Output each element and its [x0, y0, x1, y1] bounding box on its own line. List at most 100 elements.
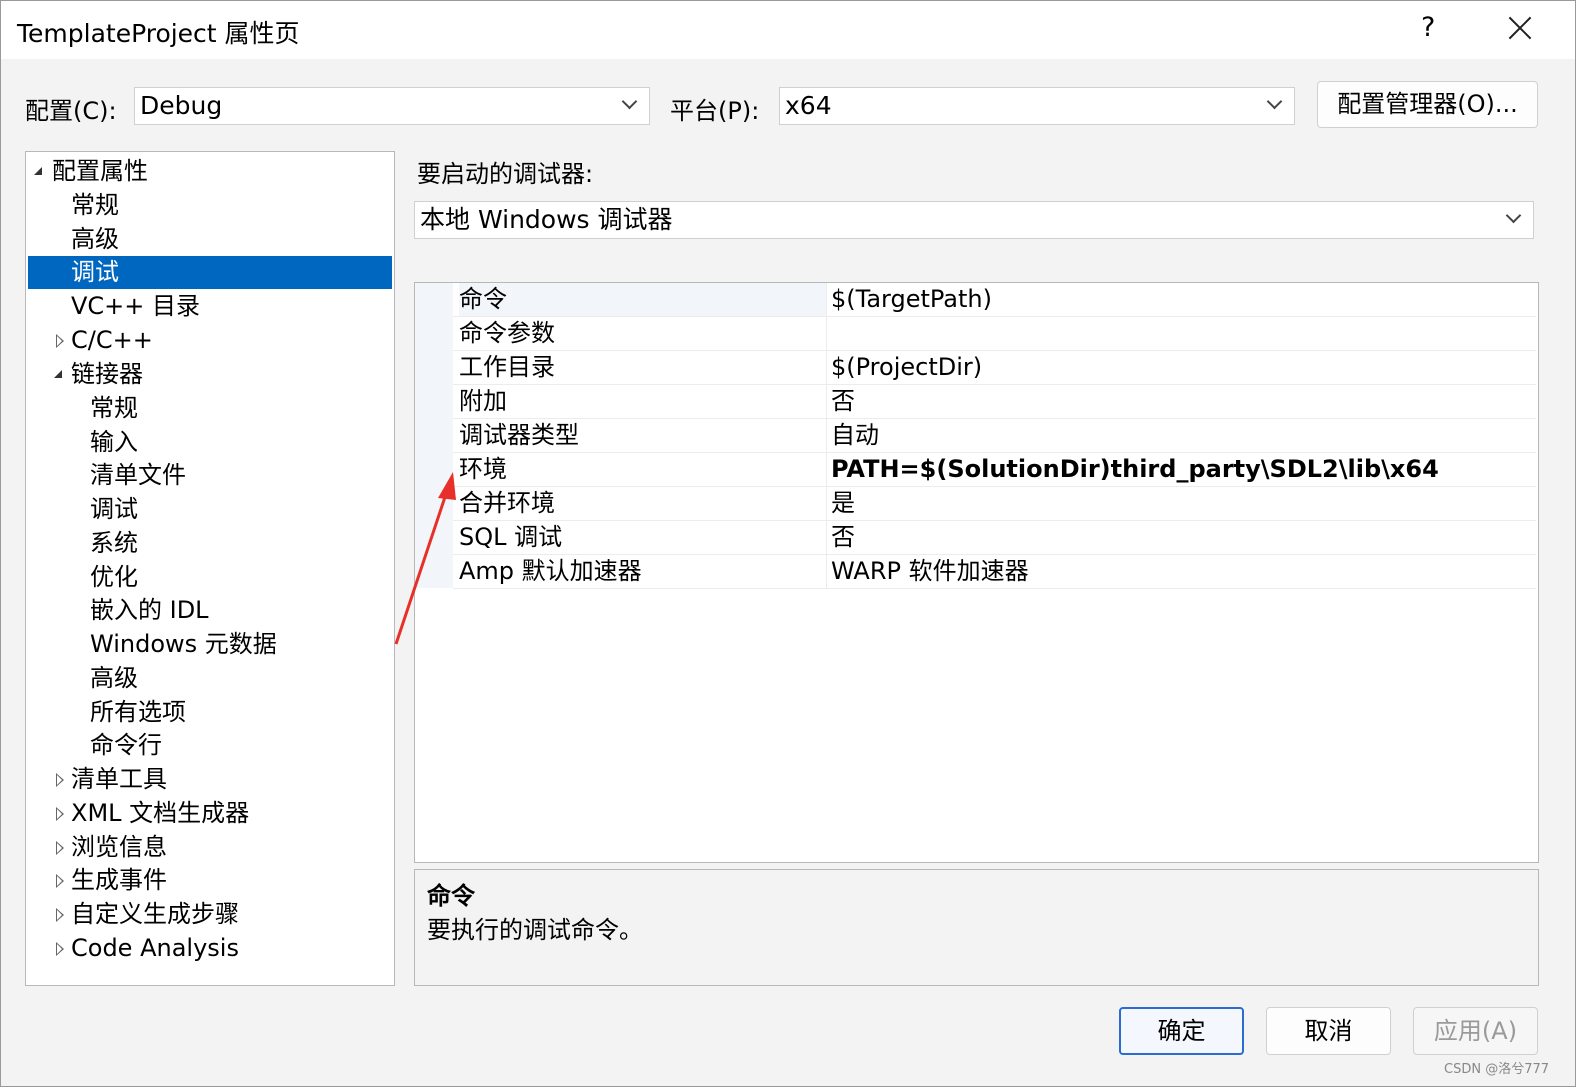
- tree-item-custom-build-step[interactable]: 自定义生成步骤: [28, 898, 392, 931]
- property-value[interactable]: PATH=$(SolutionDir)third_party\SDL2\lib\…: [831, 453, 1536, 486]
- tree-item-label: XML 文档生成器: [71, 799, 250, 827]
- help-icon[interactable]: ?: [1421, 12, 1435, 43]
- tree-item-debugging[interactable]: 调试: [28, 256, 392, 289]
- platform-select-value: x64: [785, 91, 832, 120]
- tree-item-c-cpp[interactable]: C/C++: [28, 324, 392, 357]
- tree-item-label: 高级: [90, 664, 138, 692]
- tree-item-label: 嵌入的 IDL: [90, 596, 209, 624]
- config-select[interactable]: Debug: [134, 87, 650, 125]
- collapsed-triangle-icon[interactable]: [56, 773, 64, 787]
- property-name: 环境: [459, 453, 827, 486]
- property-row-attach[interactable]: 附加 否: [453, 385, 1536, 419]
- tree-item-label: 调试: [71, 258, 119, 286]
- expanded-triangle-icon[interactable]: [54, 370, 62, 378]
- tree-item-linker-all-options[interactable]: 所有选项: [28, 696, 392, 729]
- property-row-amp-accelerator[interactable]: Amp 默认加速器 WARP 软件加速器: [453, 555, 1536, 589]
- tree-item-linker-debugging[interactable]: 调试: [28, 493, 392, 526]
- tree-item-linker-advanced[interactable]: 高级: [28, 662, 392, 695]
- property-row-environment[interactable]: 环境 PATH=$(SolutionDir)third_party\SDL2\l…: [453, 453, 1536, 487]
- tree-item-linker-general[interactable]: 常规: [28, 392, 392, 425]
- property-value[interactable]: 自动: [831, 419, 1536, 452]
- property-name: 附加: [459, 385, 827, 418]
- ok-button[interactable]: 确定: [1119, 1007, 1244, 1055]
- collapsed-triangle-icon[interactable]: [56, 334, 64, 348]
- tree-item-label: 自定义生成步骤: [71, 900, 239, 928]
- description-text: 要执行的调试命令。: [427, 916, 643, 944]
- property-name: 调试器类型: [459, 419, 827, 452]
- window-title: TemplateProject 属性页: [17, 19, 300, 48]
- tree-item-label: Code Analysis: [71, 934, 239, 962]
- property-row-debugger-type[interactable]: 调试器类型 自动: [453, 419, 1536, 453]
- tree-item-code-analysis[interactable]: Code Analysis: [28, 932, 392, 965]
- chevron-down-icon: [1266, 93, 1283, 110]
- tree-item-linker[interactable]: 链接器: [28, 358, 392, 391]
- close-icon[interactable]: [1503, 13, 1537, 47]
- property-value[interactable]: 是: [831, 487, 1536, 520]
- tree-item-label: 生成事件: [71, 866, 167, 894]
- debugger-select-value: 本地 Windows 调试器: [420, 205, 673, 234]
- tree-item-build-events[interactable]: 生成事件: [28, 864, 392, 897]
- property-name: 合并环境: [459, 487, 827, 520]
- tree-item-label: 系统: [90, 529, 138, 557]
- tree-item-label: 常规: [90, 394, 138, 422]
- property-value[interactable]: $(TargetPath): [831, 283, 1536, 316]
- cancel-button[interactable]: 取消: [1266, 1007, 1391, 1055]
- tree-item-general[interactable]: 常规: [28, 189, 392, 222]
- description-title: 命令: [427, 882, 475, 910]
- description-panel: 命令 要执行的调试命令。: [414, 869, 1539, 986]
- debugger-select[interactable]: 本地 Windows 调试器: [414, 201, 1534, 239]
- tree-item-label: 调试: [90, 495, 138, 523]
- tree-item-linker-windows-metadata[interactable]: Windows 元数据: [28, 628, 392, 661]
- tree-item-vc-directories[interactable]: VC++ 目录: [28, 290, 392, 323]
- tree-item-label: 优化: [90, 563, 138, 591]
- tree-item-manifest-tool[interactable]: 清单工具: [28, 763, 392, 796]
- category-tree: 配置属性 常规 高级 调试 VC++ 目录 C/C++ 链接器 常规 输入 清单…: [25, 151, 395, 986]
- tree-item-browse-info[interactable]: 浏览信息: [28, 831, 392, 864]
- platform-select[interactable]: x64: [779, 87, 1295, 125]
- apply-button[interactable]: 应用(A): [1413, 1007, 1538, 1055]
- property-row-command-arguments[interactable]: 命令参数: [453, 317, 1536, 351]
- tree-item-linker-manifest[interactable]: 清单文件: [28, 459, 392, 492]
- property-value[interactable]: WARP 软件加速器: [831, 555, 1536, 588]
- collapsed-triangle-icon[interactable]: [56, 908, 64, 922]
- property-name: 命令参数: [459, 317, 827, 350]
- property-value[interactable]: [831, 317, 1536, 350]
- property-value[interactable]: 否: [831, 385, 1536, 418]
- tree-item-xml-doc-generator[interactable]: XML 文档生成器: [28, 797, 392, 830]
- property-grid-gutter: [415, 283, 453, 588]
- tree-item-linker-command-line[interactable]: 命令行: [28, 729, 392, 762]
- tree-item-label: 命令行: [90, 731, 162, 759]
- property-name: SQL 调试: [459, 521, 827, 554]
- debugger-label: 要启动的调试器:: [417, 160, 594, 188]
- collapsed-triangle-icon[interactable]: [56, 807, 64, 821]
- tree-item-linker-optimization[interactable]: 优化: [28, 561, 392, 594]
- tree-item-label: 清单文件: [90, 461, 186, 489]
- tree-item-config-properties[interactable]: 配置属性: [28, 155, 392, 188]
- platform-label: 平台(P):: [670, 97, 760, 125]
- tree-item-label: 配置属性: [52, 157, 148, 185]
- tree-item-label: 高级: [71, 225, 119, 253]
- property-pages-dialog: TemplateProject 属性页 ? 配置(C): Debug 平台(P)…: [0, 0, 1576, 1087]
- property-row-command[interactable]: 命令 $(TargetPath): [453, 283, 1536, 317]
- tree-item-label: 链接器: [71, 360, 143, 388]
- collapsed-triangle-icon[interactable]: [56, 942, 64, 956]
- chevron-down-icon: [621, 93, 638, 110]
- tree-item-linker-embedded-idl[interactable]: 嵌入的 IDL: [28, 594, 392, 627]
- tree-item-linker-input[interactable]: 输入: [28, 426, 392, 459]
- property-value[interactable]: $(ProjectDir): [831, 351, 1536, 384]
- tree-item-linker-system[interactable]: 系统: [28, 527, 392, 560]
- tree-item-label: 常规: [71, 191, 119, 219]
- property-row-working-directory[interactable]: 工作目录 $(ProjectDir): [453, 351, 1536, 385]
- property-row-merge-environment[interactable]: 合并环境 是: [453, 487, 1536, 521]
- config-label: 配置(C):: [25, 97, 117, 125]
- tree-item-advanced[interactable]: 高级: [28, 223, 392, 256]
- property-name: 工作目录: [459, 351, 827, 384]
- property-value[interactable]: 否: [831, 521, 1536, 554]
- collapsed-triangle-icon[interactable]: [56, 874, 64, 888]
- property-row-sql-debugging[interactable]: SQL 调试 否: [453, 521, 1536, 555]
- collapsed-triangle-icon[interactable]: [56, 841, 64, 855]
- expanded-triangle-icon[interactable]: [34, 167, 42, 175]
- watermark: CSDN @洛兮777: [1444, 1062, 1550, 1077]
- tree-item-label: C/C++: [71, 326, 153, 354]
- config-manager-button[interactable]: 配置管理器(O)...: [1317, 81, 1538, 128]
